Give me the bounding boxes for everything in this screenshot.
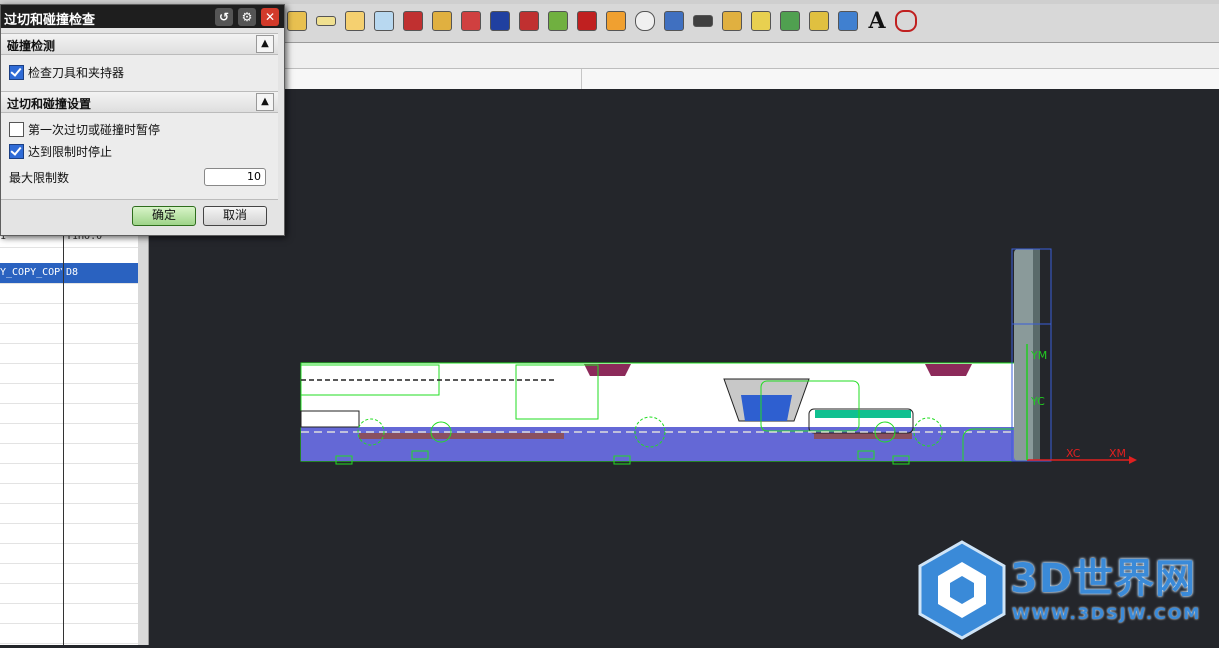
stop-at-limit-checkbox[interactable] bbox=[9, 143, 24, 159]
navigator-empty-row bbox=[0, 583, 138, 604]
blank-icon[interactable] bbox=[835, 8, 861, 34]
collision-section-header[interactable]: 碰撞检测 ▲ bbox=[1, 33, 278, 55]
chevron-up-icon[interactable]: ▲ bbox=[256, 35, 274, 53]
stop-at-limit-label: 达到限制时停止 bbox=[28, 144, 113, 159]
navigator-name-cell: Y_COPY_COPY... bbox=[0, 267, 62, 278]
gouge-section-title: 过切和碰撞设置 bbox=[7, 97, 92, 111]
navigator-empty-row bbox=[0, 303, 138, 324]
pause-first-row[interactable]: 第一次过切或碰撞时暂停 bbox=[9, 120, 160, 138]
navigator-empty-row bbox=[0, 403, 138, 424]
tool-holder-icon[interactable] bbox=[719, 8, 745, 34]
simulate-icon[interactable] bbox=[603, 8, 629, 34]
navigator-empty-row bbox=[0, 443, 138, 464]
ok-button[interactable]: 确定 bbox=[132, 206, 196, 226]
reset-icon[interactable]: ↺ bbox=[215, 8, 233, 26]
dialog-title: 过切和碰撞检查 bbox=[4, 13, 96, 28]
navigator-empty-row bbox=[0, 543, 138, 564]
circle-snap-icon[interactable] bbox=[893, 8, 919, 34]
navigator-empty-row bbox=[0, 523, 138, 544]
navigator-empty-row bbox=[0, 623, 138, 644]
pocket-1 bbox=[584, 364, 631, 376]
dimension-icon[interactable] bbox=[371, 8, 397, 34]
navigator-header bbox=[148, 69, 1219, 90]
postprocess-icon[interactable] bbox=[458, 8, 484, 34]
navigator-empty-row bbox=[0, 483, 138, 504]
collision-section-body: 检查刀具和夹持器 bbox=[1, 55, 278, 91]
watermark: 3D世界网 WWW.3DSJW.COM bbox=[914, 540, 1219, 645]
xc-label: XC bbox=[1066, 447, 1081, 460]
navigator-empty-row bbox=[0, 423, 138, 444]
layer-settings-icon[interactable] bbox=[545, 8, 571, 34]
navigator-empty-row bbox=[0, 283, 138, 304]
chevron-up-icon[interactable]: ▲ bbox=[256, 93, 274, 111]
check-tool-holder-row[interactable]: 检查刀具和夹持器 bbox=[9, 63, 124, 81]
navigator-empty-row bbox=[0, 503, 138, 524]
gouge-section-header[interactable]: 过切和碰撞设置 ▲ bbox=[1, 91, 278, 113]
gouge-check-icon[interactable] bbox=[748, 8, 774, 34]
floor-brown-right bbox=[814, 433, 912, 439]
navigator-tool-cell: D8 bbox=[66, 267, 79, 278]
panda-icon[interactable] bbox=[632, 8, 658, 34]
text-tool-icon[interactable]: A bbox=[864, 8, 890, 34]
check-tool-holder-checkbox[interactable] bbox=[9, 64, 24, 80]
tool-path-icon[interactable] bbox=[429, 8, 455, 34]
close-icon[interactable]: ✕ bbox=[261, 8, 279, 26]
list-info-icon[interactable] bbox=[400, 8, 426, 34]
layer-icon[interactable] bbox=[284, 8, 310, 34]
header-divider bbox=[581, 69, 582, 89]
gouge-section-body: 第一次过切或碰撞时暂停 达到限制时停止 最大限制数 10 bbox=[1, 113, 278, 199]
navigator-empty-row bbox=[0, 563, 138, 584]
floor-brown-left bbox=[359, 433, 564, 439]
slot-left bbox=[300, 410, 360, 428]
max-limit-input[interactable]: 10 bbox=[204, 168, 266, 186]
navigator-empty-row bbox=[0, 603, 138, 624]
pause-first-checkbox[interactable] bbox=[9, 121, 24, 137]
navigator-empty-row bbox=[0, 363, 138, 384]
gear-icon[interactable]: ⚙ bbox=[238, 8, 256, 26]
green-tray bbox=[815, 410, 911, 418]
feeds-speeds-icon[interactable] bbox=[806, 8, 832, 34]
cancel-button[interactable]: 取消 bbox=[203, 206, 267, 226]
pause-first-label: 第一次过切或碰撞时暂停 bbox=[28, 122, 161, 137]
dialog-titlebar[interactable]: 过切和碰撞检查 ↺ ⚙ ✕ bbox=[1, 5, 284, 28]
path-edit-icon[interactable] bbox=[690, 8, 716, 34]
navigator-empty-row bbox=[0, 343, 138, 364]
collision-section-title: 碰撞检测 bbox=[7, 39, 56, 53]
measure-distance-icon[interactable] bbox=[313, 8, 339, 34]
toolbar-icon-row: A bbox=[284, 8, 919, 34]
watermark-url: WWW.3DSJW.COM bbox=[1012, 604, 1202, 623]
ym-label: YM bbox=[1030, 349, 1047, 362]
gouge-collision-dialog: 过切和碰撞检查 ↺ ⚙ ✕ 碰撞检测 ▲ 检查刀具和夹持器 过切和碰撞设置 ▲ … bbox=[0, 4, 285, 236]
navigator-empty-row bbox=[0, 463, 138, 484]
navigator-row[interactable]: Y_COPY_COPY... D8 bbox=[0, 263, 138, 284]
stop-at-limit-row[interactable]: 达到限制时停止 bbox=[9, 142, 112, 160]
measure-angle-icon[interactable] bbox=[342, 8, 368, 34]
center-pocket-floor bbox=[741, 395, 792, 421]
cube-logo-icon bbox=[918, 540, 1006, 640]
cutter-icon[interactable] bbox=[777, 8, 803, 34]
yc-label: YC bbox=[1030, 395, 1045, 408]
nc-program-icon[interactable] bbox=[487, 8, 513, 34]
navigator-empty-row bbox=[0, 383, 138, 404]
check-tool-holder-label: 检查刀具和夹持器 bbox=[28, 65, 125, 80]
xm-label: XM bbox=[1109, 447, 1126, 460]
xm-arrow bbox=[1129, 456, 1137, 464]
watermark-title: 3D世界网 bbox=[1010, 556, 1197, 602]
dialog-footer: 确定 取消 bbox=[1, 199, 278, 234]
pocket-2 bbox=[925, 364, 972, 376]
navigator-empty-row bbox=[0, 323, 138, 344]
tool-icon[interactable] bbox=[661, 8, 687, 34]
max-limit-label: 最大限制数 bbox=[9, 171, 70, 185]
verify-icon[interactable] bbox=[574, 8, 600, 34]
shop-doc-icon[interactable] bbox=[516, 8, 542, 34]
